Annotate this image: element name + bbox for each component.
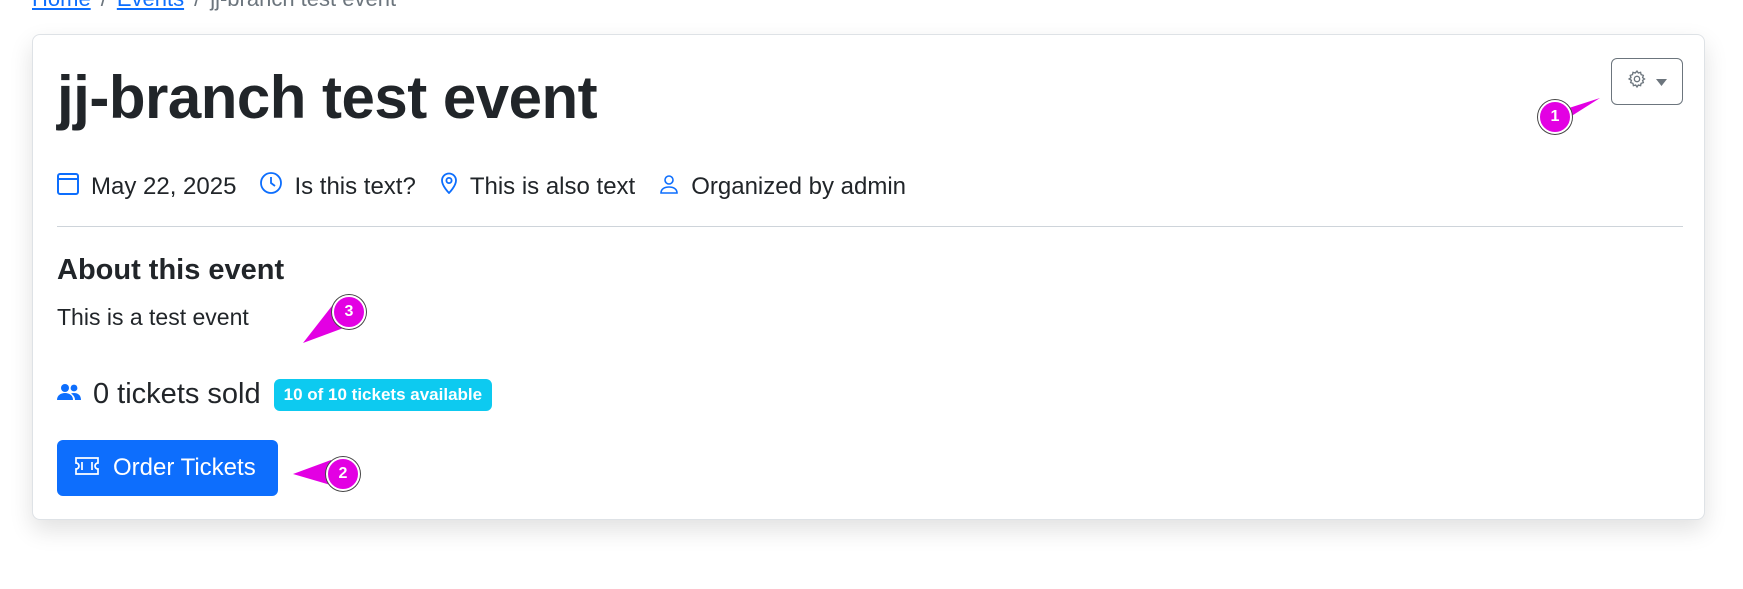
people-icon <box>57 383 81 406</box>
page-title: jj-branch test event <box>57 64 598 131</box>
availability-badge: 10 of 10 tickets available <box>273 378 493 411</box>
event-time: Is this text? <box>260 172 416 201</box>
tickets-summary: 0 tickets sold 10 of 10 tickets availabl… <box>57 378 493 411</box>
event-organizer: Organized by admin <box>659 173 906 201</box>
event-date-text: May 22, 2025 <box>91 172 237 200</box>
order-tickets-label: Order Tickets <box>113 454 256 481</box>
ticket-icon <box>75 454 113 482</box>
divider <box>57 226 1683 227</box>
event-location: This is also text <box>440 172 635 201</box>
breadcrumb-home-link[interactable]: Home <box>32 0 91 11</box>
breadcrumb: Home / Events / jj-branch test event <box>32 0 396 12</box>
event-organizer-text: Organized by admin <box>691 172 906 200</box>
caret-down-icon <box>1656 73 1667 91</box>
event-time-text: Is this text? <box>294 172 416 200</box>
event-location-text: This is also text <box>469 172 636 200</box>
event-description: This is a test event <box>57 304 249 330</box>
about-heading: About this event <box>57 254 285 286</box>
event-meta: May 22, 2025 Is this text? This is also … <box>57 171 930 202</box>
annotation-marker-1: 1 <box>1538 100 1572 134</box>
person-icon <box>659 173 691 201</box>
map-pin-icon <box>440 172 470 201</box>
annotation-marker-2: 2 <box>326 457 360 491</box>
gear-icon <box>1627 69 1647 94</box>
settings-dropdown-button[interactable] <box>1611 58 1683 105</box>
breadcrumb-separator: / <box>194 0 200 11</box>
breadcrumb-current: jj-branch test event <box>210 0 396 11</box>
order-tickets-button[interactable]: Order Tickets <box>57 440 278 496</box>
annotation-marker-3: 3 <box>332 295 366 329</box>
breadcrumb-events-link[interactable]: Events <box>117 0 184 11</box>
event-card: jj-branch test event May 22, 2025 Is thi… <box>32 34 1705 520</box>
tickets-sold-count: 0 tickets sold <box>93 378 261 410</box>
clock-icon <box>260 172 294 201</box>
breadcrumb-separator: / <box>101 0 107 11</box>
calendar-icon <box>57 171 91 202</box>
event-date: May 22, 2025 <box>57 171 236 202</box>
